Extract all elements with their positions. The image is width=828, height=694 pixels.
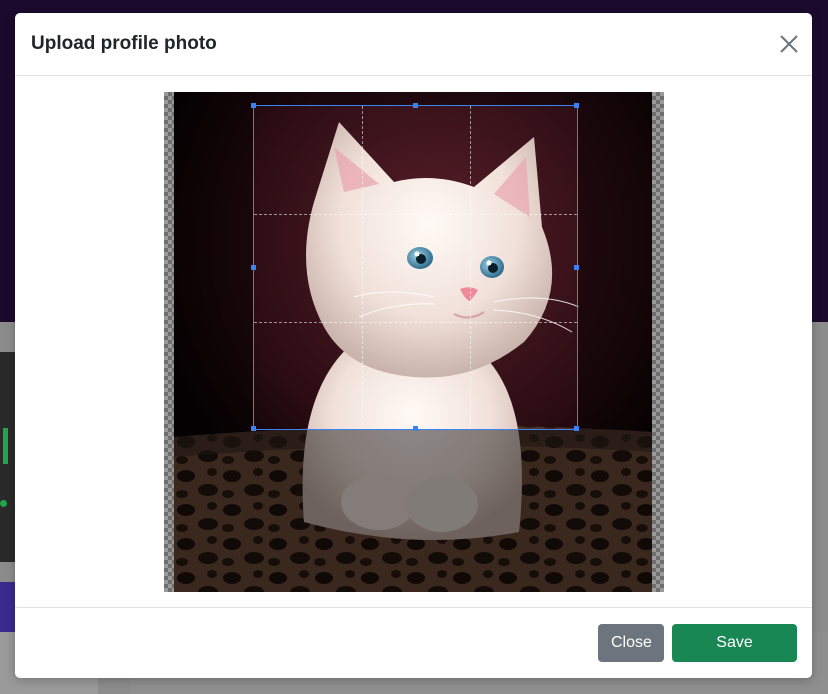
image-cropper[interactable] [164,92,664,592]
crop-handle-bottom-right[interactable] [574,426,579,431]
crop-handle-top-right[interactable] [574,103,579,108]
modal-footer: Close Save changes [15,607,812,678]
crop-guide-line [470,106,471,429]
crop-guide-line [254,322,577,323]
crop-handle-left[interactable] [251,264,256,270]
crop-guide-line [362,106,363,429]
crop-selection-box[interactable] [251,103,579,431]
crop-handle-bottom[interactable] [412,426,418,431]
save-changes-button[interactable]: Save changes [672,624,797,678]
modal-title: Upload profile photo [31,33,217,54]
crop-handle-top[interactable] [412,103,418,108]
crop-handle-bottom-left[interactable] [251,426,256,431]
modal-body [15,76,812,607]
crop-handle-right[interactable] [574,264,579,270]
background-dot [0,500,7,507]
upload-photo-modal: Upload profile photo Close Save [15,13,812,678]
crop-handle-top-left[interactable] [251,103,256,108]
modal-header: Upload profile photo [15,13,812,76]
close-icon[interactable] [778,33,800,55]
close-button[interactable]: Close [598,624,664,662]
background-indicator [3,428,8,464]
crop-guide-line [254,214,577,215]
